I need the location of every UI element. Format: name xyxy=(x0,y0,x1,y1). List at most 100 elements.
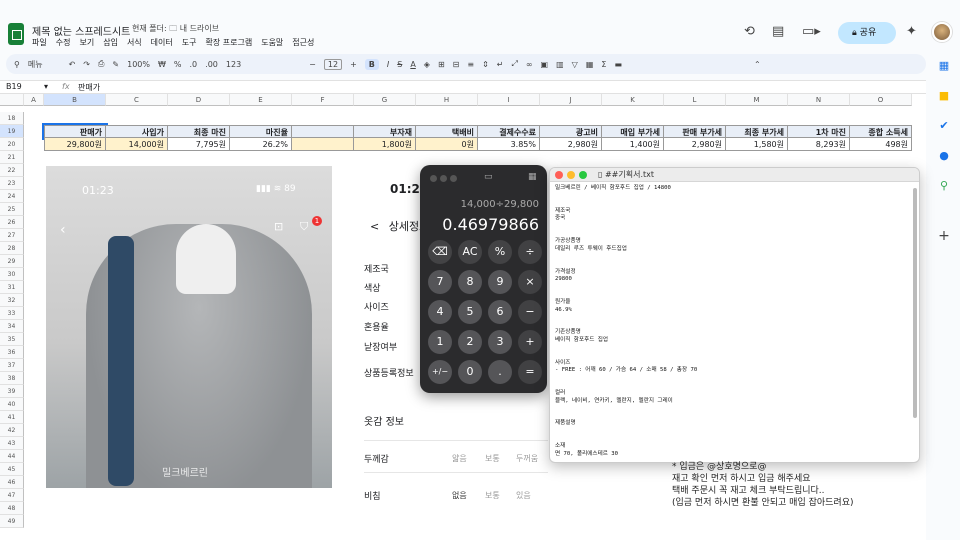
calc-mode-icon[interactable]: ▦ xyxy=(528,172,537,182)
input-tools-icon[interactable]: ▬ xyxy=(614,60,622,69)
calc-key-minus[interactable]: − xyxy=(518,300,542,324)
cell-j20[interactable]: 2,980원 xyxy=(540,138,602,151)
calc-key-equals[interactable]: = xyxy=(518,360,542,384)
collapse-toolbar-icon[interactable]: ⌃ xyxy=(754,60,761,69)
row-header[interactable]: 27 xyxy=(0,229,24,242)
share-button[interactable]: 🔒︎ 공유 xyxy=(838,22,896,44)
menu-accessibility[interactable]: 접근성 xyxy=(292,37,314,48)
menu-file[interactable]: 파일 xyxy=(32,37,47,48)
redo-icon[interactable]: ↷ xyxy=(83,60,90,69)
calc-key-0[interactable]: 0 xyxy=(458,360,482,384)
functions-icon[interactable]: Σ xyxy=(601,60,606,69)
cell-j19[interactable]: 광고비 xyxy=(540,125,602,138)
cell-l19[interactable]: 판매 부가세 xyxy=(664,125,726,138)
cell-i19[interactable]: 결제수수료 xyxy=(478,125,540,138)
sidebar-toggle-icon[interactable]: ▭ xyxy=(484,172,493,182)
cell-n20[interactable]: 8,293원 xyxy=(788,138,850,151)
cell-l20[interactable]: 2,980원 xyxy=(664,138,726,151)
col-header-e[interactable]: E xyxy=(230,94,292,106)
history-icon[interactable]: ⟲ xyxy=(744,24,755,39)
col-header-n[interactable]: N xyxy=(788,94,850,106)
thickness-thin[interactable]: 얇음 xyxy=(452,453,467,464)
col-header-k[interactable]: K xyxy=(602,94,664,106)
row-header[interactable]: 35 xyxy=(0,333,24,346)
col-header-f[interactable]: F xyxy=(292,94,354,106)
close-button[interactable] xyxy=(555,171,563,179)
sheer-normal[interactable]: 보통 xyxy=(485,490,500,501)
row-header[interactable]: 32 xyxy=(0,294,24,307)
avatar[interactable] xyxy=(932,22,952,42)
zoom-button[interactable] xyxy=(450,175,457,182)
row-header[interactable]: 49 xyxy=(0,515,24,528)
keep-icon[interactable]: ■ xyxy=(938,90,950,102)
cell-o19[interactable]: 종합 소득세 xyxy=(850,125,912,138)
print-icon[interactable]: ⎙ xyxy=(98,59,104,69)
row-header[interactable]: 21 xyxy=(0,151,24,164)
calc-key-multiply[interactable]: × xyxy=(518,270,542,294)
cell-c20[interactable]: 14,000원 xyxy=(106,138,168,151)
row-header[interactable]: 22 xyxy=(0,164,24,177)
calc-key-clear[interactable]: AC xyxy=(458,240,482,264)
zoom-button[interactable] xyxy=(579,171,587,179)
row-header[interactable]: 25 xyxy=(0,203,24,216)
font-size-increase-icon[interactable]: + xyxy=(350,60,357,69)
font-size-input[interactable]: 12 xyxy=(323,58,343,70)
col-header-g[interactable]: G xyxy=(354,94,416,106)
sheer-none[interactable]: 없음 xyxy=(452,490,467,501)
cell-g20[interactable]: 1,800원 xyxy=(354,138,416,151)
col-header-a[interactable]: A xyxy=(24,94,44,106)
cell-g19[interactable]: 부자재 xyxy=(354,125,416,138)
calc-key-6[interactable]: 6 xyxy=(488,300,512,324)
close-button[interactable] xyxy=(430,175,437,182)
decrease-decimal-button[interactable]: .0 xyxy=(190,60,198,69)
row-header[interactable]: 36 xyxy=(0,346,24,359)
minimize-button[interactable] xyxy=(440,175,447,182)
calc-key-percent[interactable]: % xyxy=(488,240,512,264)
text-editor-body[interactable]: 밀크베르린 / 베이직 함포후드 집업 / 14800 제조국 중국 가공상품명… xyxy=(550,182,919,461)
menu-search-label[interactable]: 메뉴 xyxy=(28,59,43,70)
bold-button[interactable]: B xyxy=(364,58,379,70)
row-header[interactable]: 30 xyxy=(0,268,24,281)
add-addon-icon[interactable]: + xyxy=(938,229,950,243)
cell-m19[interactable]: 최종 부가세 xyxy=(726,125,788,138)
zoom-select[interactable]: 100% xyxy=(127,60,150,69)
number-format-button[interactable]: 123 xyxy=(226,60,241,69)
menu-extensions[interactable]: 확장 프로그램 xyxy=(206,37,253,48)
filter-icon[interactable]: ▽ xyxy=(572,60,578,69)
calc-key-negate[interactable]: +/− xyxy=(428,360,452,384)
cell-b20[interactable]: 29,800원 xyxy=(44,138,106,151)
cell-k19[interactable]: 매입 부가세 xyxy=(602,125,664,138)
maps-icon[interactable]: ⚲ xyxy=(938,180,950,192)
current-folder[interactable]: 현재 폴더: 🗀 내 드라이브 xyxy=(132,23,219,37)
thickness-normal[interactable]: 보통 xyxy=(485,453,500,464)
cell-e20[interactable]: 26.2% xyxy=(230,138,292,151)
borders-icon[interactable]: ⊞ xyxy=(438,60,445,69)
name-box-dropdown-icon[interactable]: ▾ xyxy=(44,82,48,91)
row-header[interactable]: 48 xyxy=(0,502,24,515)
calc-key-plus[interactable]: + xyxy=(518,330,542,354)
calc-key-2[interactable]: 2 xyxy=(458,330,482,354)
calc-key-8[interactable]: 8 xyxy=(458,270,482,294)
cell-d20[interactable]: 7,795원 xyxy=(168,138,230,151)
menu-help[interactable]: 도움말 xyxy=(261,37,283,48)
italic-button[interactable]: I xyxy=(387,60,389,69)
cell-c19[interactable]: 사입가 xyxy=(106,125,168,138)
col-header-c[interactable]: C xyxy=(106,94,168,106)
comment-icon[interactable]: ▤ xyxy=(772,24,784,39)
row-header[interactable]: 33 xyxy=(0,307,24,320)
cell-h19[interactable]: 택배비 xyxy=(416,125,478,138)
sheets-logo-icon[interactable] xyxy=(8,23,24,45)
vertical-scrollbar[interactable] xyxy=(913,188,917,418)
row-header[interactable]: 24 xyxy=(0,190,24,203)
calc-key-4[interactable]: 4 xyxy=(428,300,452,324)
corner-cell[interactable] xyxy=(0,94,24,106)
cell-o20[interactable]: 498원 xyxy=(850,138,912,151)
row-header[interactable]: 20 xyxy=(0,138,24,151)
share-icon[interactable]: ⊡ xyxy=(274,220,283,233)
row-header[interactable]: 42 xyxy=(0,424,24,437)
row-header[interactable]: 45 xyxy=(0,463,24,476)
gemini-icon[interactable]: ✦ xyxy=(906,24,917,39)
cell-h20[interactable]: 0원 xyxy=(416,138,478,151)
rotate-icon[interactable]: ⤢ xyxy=(511,59,517,69)
row-header[interactable]: 44 xyxy=(0,450,24,463)
